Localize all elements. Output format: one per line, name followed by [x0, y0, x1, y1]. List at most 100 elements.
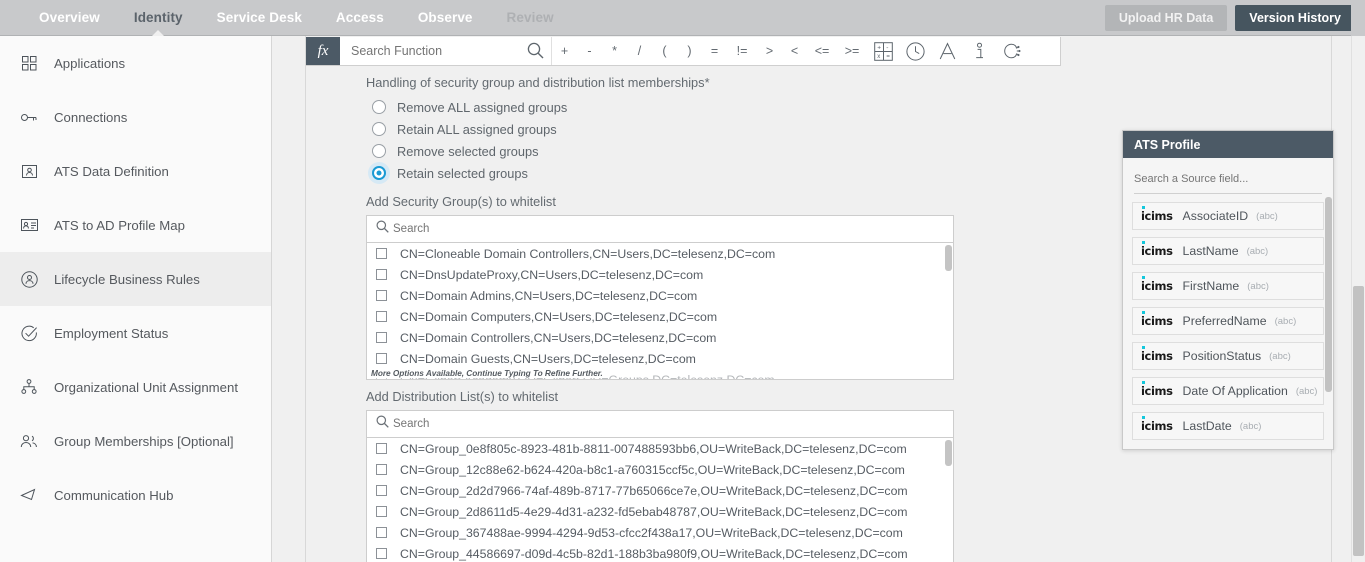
security-group-list-scrollbar[interactable]: [945, 245, 952, 271]
logic-brain-icon[interactable]: [995, 38, 1027, 65]
ats-field-name: PositionStatus: [1182, 349, 1262, 363]
list-item[interactable]: CN=Group_367488ae-9994-4294-9d53-cfcc2f4…: [367, 522, 953, 543]
security-group-item-list[interactable]: CN=Cloneable Domain Controllers,CN=Users…: [367, 243, 953, 379]
page-scrollbar-track[interactable]: [1351, 36, 1365, 562]
operator-not-equals[interactable]: !=: [727, 38, 757, 65]
operator-multiply[interactable]: *: [602, 38, 627, 65]
sidebar-item-organizational-unit-assignment[interactable]: Organizational Unit Assignment: [0, 360, 271, 414]
radio-option-remove-all[interactable]: Remove ALL assigned groups: [368, 96, 1331, 118]
security-group-search-input[interactable]: [393, 216, 953, 242]
sidebar-item-employment-status[interactable]: Employment Status: [0, 306, 271, 360]
ats-field-row[interactable]: icims PositionStatus (abc): [1132, 342, 1324, 370]
list-item[interactable]: CN=Group_12c88e62-b624-420a-b8c1-a760315…: [367, 459, 953, 480]
search-icon[interactable]: [527, 42, 544, 64]
list-item[interactable]: CN=Group_2d2d7966-74af-489b-8717-77b6506…: [367, 480, 953, 501]
ats-field-row[interactable]: icims PreferredName (abc): [1132, 307, 1324, 335]
operator-plus[interactable]: +: [552, 38, 577, 65]
list-item-label: CN=Domain Guests,CN=Users,DC=telesenz,DC…: [400, 351, 696, 366]
list-item[interactable]: CN=Group_0e8f805c-8923-481b-8811-0074885…: [367, 438, 953, 459]
fx-button[interactable]: fx: [306, 37, 340, 65]
operator-less-equal[interactable]: <=: [807, 38, 837, 65]
search-icon[interactable]: [376, 220, 389, 238]
operator-equals[interactable]: =: [702, 38, 727, 65]
operator-less-than[interactable]: <: [782, 38, 807, 65]
upload-hr-data-button[interactable]: Upload HR Data: [1104, 5, 1228, 31]
radio-icon: [372, 122, 386, 136]
clock-icon[interactable]: [899, 38, 931, 65]
operator-minus[interactable]: -: [577, 38, 602, 65]
checkbox[interactable]: [376, 527, 387, 538]
calculator-icon[interactable]: + - x =: [867, 38, 899, 65]
checkbox[interactable]: [376, 248, 387, 259]
search-icon[interactable]: [376, 415, 389, 433]
nav-tab-identity[interactable]: Identity: [117, 0, 200, 36]
icims-logo-icon: icims: [1141, 346, 1173, 363]
svg-text:=: =: [886, 54, 890, 60]
nav-tab-access[interactable]: Access: [319, 0, 401, 36]
nav-tab-observe[interactable]: Observe: [401, 0, 490, 36]
security-group-listbox: CN=Cloneable Domain Controllers,CN=Users…: [366, 215, 954, 380]
list-item[interactable]: CN=Group_2d8611d5-4e29-4d31-a232-fd5ebab…: [367, 501, 953, 522]
list-item[interactable]: CN=Domain Computers,CN=Users,DC=telesenz…: [367, 306, 953, 327]
operator-close-paren[interactable]: ): [677, 38, 702, 65]
topnav-corner-filler: [1351, 0, 1365, 36]
checkbox[interactable]: [376, 506, 387, 517]
megaphone-icon: [16, 484, 42, 506]
operator-buttons: + - * / ( ) = != > < <= >= + - x =: [552, 37, 1060, 65]
list-item[interactable]: CN=Group_44586697-d09d-4c5b-82d1-188b3ba…: [367, 543, 953, 562]
list-item-label: CN=Domain Computers,CN=Users,DC=telesenz…: [400, 309, 718, 324]
search-function-input[interactable]: [340, 37, 551, 65]
checkbox[interactable]: [376, 332, 387, 343]
operator-greater-equal[interactable]: >=: [837, 38, 867, 65]
info-icon[interactable]: [963, 38, 995, 65]
list-item[interactable]: CN=DnsUpdateProxy,CN=Users,DC=telesenz,D…: [367, 264, 953, 285]
ats-profile-scrollbar[interactable]: [1325, 197, 1332, 392]
ats-source-field-search-input[interactable]: [1134, 173, 1322, 185]
sidebar-label: Organizational Unit Assignment: [54, 379, 238, 395]
radio-wrap: [368, 140, 390, 162]
nav-tab-review[interactable]: Review: [490, 0, 571, 36]
list-item[interactable]: CN=Domain Guests,CN=Users,DC=telesenz,DC…: [367, 348, 953, 369]
ats-field-row[interactable]: icims AssociateID (abc): [1132, 202, 1324, 230]
sidebar-item-lifecycle-business-rules[interactable]: Lifecycle Business Rules: [0, 252, 271, 306]
checkbox[interactable]: [376, 485, 387, 496]
operator-divide[interactable]: /: [627, 38, 652, 65]
operator-greater-than[interactable]: >: [757, 38, 782, 65]
left-sidebar: Applications Connections ATS Data Defini…: [0, 36, 272, 562]
checkbox[interactable]: [376, 443, 387, 454]
distribution-list-item-list[interactable]: CN=Group_0e8f805c-8923-481b-8811-0074885…: [367, 438, 953, 562]
checkbox[interactable]: [376, 464, 387, 475]
checkbox[interactable]: [376, 290, 387, 301]
distribution-list-search-input[interactable]: [393, 411, 953, 437]
page-scrollbar-thumb[interactable]: [1353, 286, 1364, 556]
sidebar-item-connections[interactable]: Connections: [0, 90, 271, 144]
sidebar-item-ats-data-definition[interactable]: ATS Data Definition: [0, 144, 271, 198]
nav-tab-service-desk[interactable]: Service Desk: [200, 0, 319, 36]
checkbox[interactable]: [376, 548, 387, 559]
list-item[interactable]: CN=Domain Admins,CN=Users,DC=telesenz,DC…: [367, 285, 953, 306]
ats-field-row[interactable]: icims LastDate (abc): [1132, 412, 1324, 440]
sidebar-item-group-memberships[interactable]: Group Memberships [Optional]: [0, 414, 271, 468]
icims-logo-icon: icims: [1141, 206, 1173, 223]
distribution-list-scrollbar[interactable]: [945, 440, 952, 466]
person-circle-icon: [16, 268, 42, 290]
sidebar-item-applications[interactable]: Applications: [0, 36, 271, 90]
list-item-label: CN=Group_44586697-d09d-4c5b-82d1-188b3ba…: [400, 546, 908, 561]
ats-field-row[interactable]: icims Date Of Application (abc): [1132, 377, 1324, 405]
sidebar-item-communication-hub[interactable]: Communication Hub: [0, 468, 271, 522]
list-item-label: CN=Group_0e8f805c-8923-481b-8811-0074885…: [400, 441, 907, 456]
version-history-button[interactable]: Version History: [1235, 5, 1355, 31]
sidebar-item-ats-to-ad-profile-map[interactable]: ATS to AD Profile Map: [0, 198, 271, 252]
checkbox[interactable]: [376, 353, 387, 364]
sidebar-label: Employment Status: [54, 325, 169, 341]
list-item[interactable]: CN=Domain Controllers,CN=Users,DC=telese…: [367, 327, 953, 348]
list-item[interactable]: CN=Cloneable Domain Controllers,CN=Users…: [367, 243, 953, 264]
operator-open-paren[interactable]: (: [652, 38, 677, 65]
ats-field-row[interactable]: icims LastName (abc): [1132, 237, 1324, 265]
nav-tab-overview[interactable]: Overview: [22, 0, 117, 36]
text-format-icon[interactable]: [931, 38, 963, 65]
checkbox[interactable]: [376, 269, 387, 280]
ats-field-row[interactable]: icims FirstName (abc): [1132, 272, 1324, 300]
checkbox[interactable]: [376, 311, 387, 322]
id-badge-icon: [16, 214, 42, 236]
